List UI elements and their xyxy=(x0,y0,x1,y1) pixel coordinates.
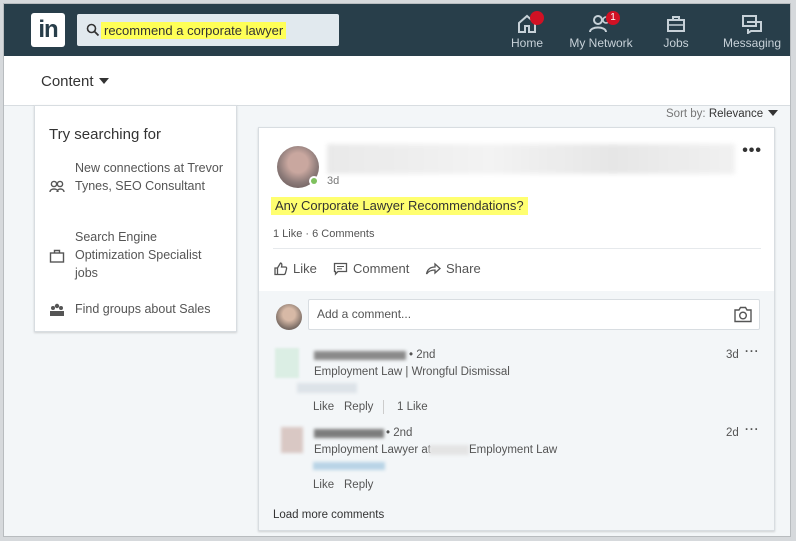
nav-messaging[interactable]: Messaging xyxy=(722,4,782,56)
comment-placeholder: Add a comment... xyxy=(317,307,412,321)
commenter-headline: Employment Law | Wrongful Dismissal xyxy=(314,366,510,378)
share-button[interactable]: Share xyxy=(425,261,481,276)
nav-messaging-label: Messaging xyxy=(722,36,782,50)
briefcase-icon xyxy=(49,249,65,263)
linkedin-logo[interactable]: in xyxy=(31,13,65,47)
divider xyxy=(273,248,761,249)
share-icon xyxy=(425,262,441,275)
camera-icon[interactable] xyxy=(733,306,753,323)
comment-icon xyxy=(333,262,348,276)
chevron-down-icon xyxy=(768,110,779,116)
search-icon xyxy=(86,23,100,37)
sort-value: Relevance xyxy=(708,108,764,120)
post-card: 3d ••• Any Corporate Lawyer Recommendati… xyxy=(258,127,775,531)
nav-jobs-label: Jobs xyxy=(663,36,689,50)
more-options-icon[interactable]: ··· xyxy=(745,346,760,358)
nav-home-label: Home xyxy=(510,36,543,50)
commenter-avatar[interactable] xyxy=(275,348,299,378)
comment-label: Comment xyxy=(353,261,410,276)
sort-label: Sort by: xyxy=(666,108,706,120)
home-notification-dot xyxy=(530,11,544,25)
load-more-comments-button[interactable]: Load more comments xyxy=(273,509,384,521)
share-label: Share xyxy=(446,261,481,276)
suggestion-text: Search Engine Optimization Specialist jo… xyxy=(75,230,202,280)
redacted-link xyxy=(313,462,385,470)
post-age: 3d xyxy=(327,175,340,187)
post-text: Any Corporate Lawyer Recommendations? xyxy=(271,197,528,215)
nav-jobs[interactable]: Jobs xyxy=(658,4,694,56)
search-input[interactable]: recommend a corporate lawyer xyxy=(77,14,339,46)
commenter-name-redacted[interactable] xyxy=(314,351,406,360)
nav-home[interactable]: Home xyxy=(504,4,550,56)
page-frame: in recommend a corporate lawyer Home 1 M… xyxy=(3,3,791,537)
search-query-text: recommend a corporate lawyer xyxy=(101,22,287,39)
filter-bar: Content xyxy=(4,56,790,106)
comment-like-button[interactable]: Like xyxy=(313,479,334,491)
comment-like-button[interactable]: Like xyxy=(313,401,334,413)
chevron-down-icon xyxy=(98,78,109,84)
people-icon xyxy=(49,180,65,193)
briefcase-icon xyxy=(667,16,685,32)
commenter-headline-suffix: Employment Law xyxy=(469,444,558,456)
redacted-text xyxy=(429,445,469,455)
add-comment-input[interactable]: Add a comment... xyxy=(308,299,760,330)
comments-section: Add a comment... • 2nd Employment Law | … xyxy=(259,291,774,530)
more-options-icon[interactable]: ··· xyxy=(745,424,760,436)
suggestion-text: Find groups about Sales xyxy=(75,302,211,316)
comment-age: 2d xyxy=(726,427,739,439)
comment-like-count[interactable]: 1 Like xyxy=(397,401,428,413)
content-filter-dropdown[interactable]: Content xyxy=(41,73,109,90)
like-label: Like xyxy=(293,261,317,276)
suggestion-text: New connections at Trevor Tynes, SEO Con… xyxy=(75,161,223,193)
comment-button[interactable]: Comment xyxy=(333,261,409,276)
nav-my-network-label: My Network xyxy=(569,36,633,50)
social-counts[interactable]: 1 Like · 6 Comments xyxy=(273,228,374,240)
separator xyxy=(383,400,384,414)
network-badge: 1 xyxy=(606,11,620,25)
commenter-headline-prefix: Employment Lawyer at xyxy=(314,444,431,456)
content-filter-label: Content xyxy=(41,73,94,90)
online-status-icon xyxy=(309,176,319,186)
author-name-redacted xyxy=(327,144,735,174)
connection-degree: • 2nd xyxy=(386,427,413,439)
like-button[interactable]: Like xyxy=(273,261,317,276)
commenter-avatar[interactable] xyxy=(281,427,303,453)
messaging-icon xyxy=(742,15,762,34)
more-options-icon[interactable]: ••• xyxy=(742,142,762,160)
commenter-name-redacted[interactable] xyxy=(314,429,384,438)
current-user-avatar xyxy=(276,304,302,330)
groups-icon xyxy=(50,303,64,316)
comment-reply-button[interactable]: Reply xyxy=(344,401,373,413)
redacted-text xyxy=(297,383,357,393)
top-nav-bar: in recommend a corporate lawyer Home 1 M… xyxy=(4,4,790,56)
comment-reply-button[interactable]: Reply xyxy=(344,479,373,491)
suggestions-title: Try searching for xyxy=(49,126,161,143)
sort-dropdown[interactable]: Sort by: Relevance xyxy=(666,108,779,120)
thumbs-up-icon xyxy=(274,262,288,276)
search-suggestions-panel: Try searching for New connections at Tre… xyxy=(34,105,237,332)
comment-age: 3d xyxy=(726,349,739,361)
connection-degree: • 2nd xyxy=(409,349,436,361)
nav-my-network[interactable]: 1 My Network xyxy=(566,4,636,56)
